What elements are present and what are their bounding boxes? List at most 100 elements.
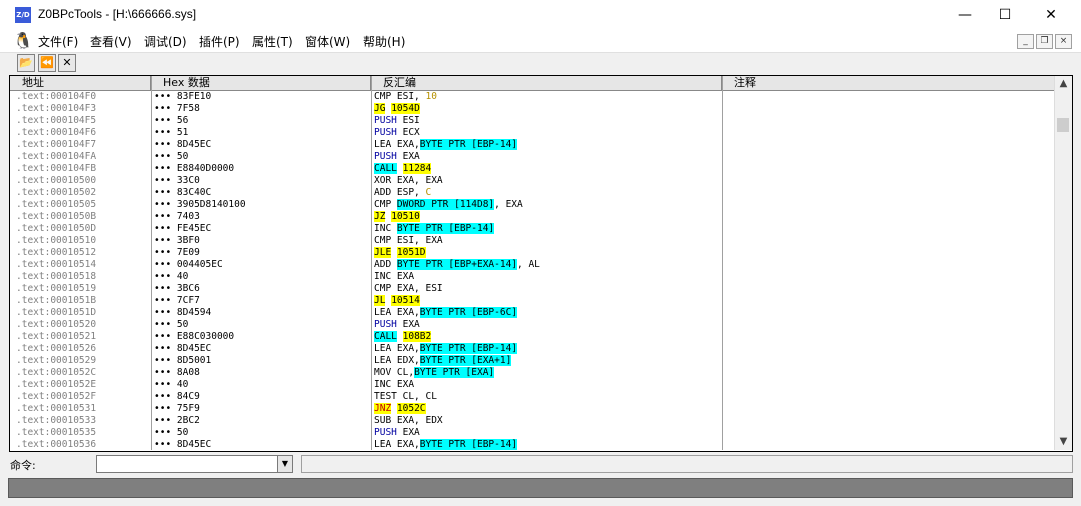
mnemonic: TEST [374,391,397,402]
hex-prefix: ••• [154,271,172,282]
table-row[interactable]: .text:0001052E ••• 40 INC EXA [10,379,1054,391]
hex-prefix: ••• [154,187,172,198]
operand [397,331,403,342]
hex-prefix: ••• [154,223,172,234]
table-row[interactable]: .text:000104F6 ••• 51 PUSH ECX [10,127,1054,139]
mdi-minimize-button[interactable]: _ [1017,34,1034,49]
menu-file[interactable]: 文件(F) [38,33,78,50]
table-row[interactable]: .text:00010502 ••• 83C40C ADD ESP, C [10,187,1054,199]
table-row[interactable]: .text:00010521 ••• E88C030000 CALL 108B2 [10,331,1054,343]
grid-rows: .text:000104F0 ••• 83FE10 CMP ESI, 10 .text… [10,91,1054,450]
operand: 108B2 [402,331,432,342]
column-address[interactable]: 地址 [10,76,151,90]
disasm-cell: INC BYTE PTR [EBP-14] [374,223,495,235]
hex-prefix: ••• [154,139,172,150]
table-row[interactable]: .text:000104F0 ••• 83FE10 CMP ESI, 10 [10,91,1054,103]
operand: EXA, ESI [391,283,443,294]
operand: 1052C [396,403,426,414]
column-comment[interactable]: 注释 [722,76,1054,90]
table-row[interactable]: .text:0001052C ••• 8A08 MOV CL,BYTE PTR [E… [10,367,1054,379]
hex-cell: ••• 56 [154,115,188,127]
menu-help[interactable]: 帮助(H) [363,33,405,50]
address-cell: .text:0001052E [16,379,97,390]
table-row[interactable]: .text:00010533 ••• 2BC2 SUB EXA, EDX [10,415,1054,427]
table-row[interactable]: .text:00010520 ••• 50 PUSH EXA [10,319,1054,331]
close-file-icon[interactable]: ✕ [58,54,76,72]
scroll-thumb[interactable] [1057,118,1069,132]
column-hex[interactable]: Hex 数据 [151,76,371,90]
mnemonic: INC [374,223,392,234]
hex-bytes: 8D5001 [176,355,212,366]
table-row[interactable]: .text:00010500 ••• 33C0 XOR EXA, EXA [10,175,1054,187]
hex-bytes: 50 [176,151,189,162]
table-row[interactable]: .text:000104FB ••• E8840D0000 CALL 11284 [10,163,1054,175]
table-row[interactable]: .text:000104FA ••• 50 PUSH EXA [10,151,1054,163]
table-row[interactable]: .text:000104F7 ••• 8D45EC LEA EXA,BYTE PTR… [10,139,1054,151]
disasm-cell: CMP ESI, 10 [374,91,437,103]
disassembly-grid[interactable]: 地址 Hex 数据 反汇编 注释 .text:000104F0 ••• 83FE1… [9,75,1073,452]
command-select[interactable]: ▼ [96,455,293,473]
disasm-cell: INC EXA [374,379,414,391]
table-row[interactable]: .text:000104F5 ••• 56 PUSH ESI [10,115,1054,127]
close-button[interactable]: ✕ [1028,0,1074,30]
vertical-scrollbar[interactable]: ▲ ▼ [1054,76,1072,450]
table-row[interactable]: .text:00010518 ••• 40 INC EXA [10,271,1054,283]
operand: EXA [391,271,415,282]
address-cell: .text:00010529 [16,355,97,366]
address-cell: .text:0001050D [16,223,97,234]
table-row[interactable]: .text:0001051D ••• 8D4594 LEA EXA,BYTE PTR… [10,307,1054,319]
hex-bytes: 8D45EC [176,343,212,354]
scroll-up-icon[interactable]: ▲ [1055,76,1072,92]
table-row[interactable]: .text:00010514 ••• 004405EC ADD BYTE PTR [… [10,259,1054,271]
mdi-restore-button[interactable]: ❐ [1036,34,1053,49]
table-row[interactable]: .text:0001050D ••• FE45EC INC BYTE PTR [EB… [10,223,1054,235]
table-row[interactable]: .text:000104F3 ••• 7F58 JG 1054D [10,103,1054,115]
table-row[interactable]: .text:00010526 ••• 8D45EC LEA EXA,BYTE PTR… [10,343,1054,355]
disasm-cell: LEA EXA,BYTE PTR [EBP-14] [374,139,518,151]
scroll-down-icon[interactable]: ▼ [1055,434,1072,450]
table-row[interactable]: .text:00010536 ••• 8D45EC LEA EXA,BYTE PTR… [10,439,1054,450]
hex-cell: ••• 8D45EC [154,439,211,450]
table-row[interactable]: .text:00010512 ••• 7E09 JLE 1051D [10,247,1054,259]
address-cell: .text:0001050B [16,211,97,222]
chevron-down-icon[interactable]: ▼ [277,456,292,472]
hex-prefix: ••• [154,199,172,210]
mnemonic: CMP [374,91,392,102]
menu-bar: 🐧 文件(F) 查看(V) 调试(D) 插件(P) 属性(T) 窗体(W) 帮助… [0,30,1081,53]
disasm-cell: CALL 11284 [374,163,432,175]
window-title: Z0BPcTools - [H:\666666.sys] [38,7,197,21]
open-folder-icon[interactable]: 📂 [17,54,35,72]
address-cell: .text:00010514 [16,259,97,270]
table-row[interactable]: .text:0001050B ••• 7403 JZ 10510 [10,211,1054,223]
operand: ESP, [391,187,420,198]
mnemonic: PUSH [374,127,397,138]
menu-window[interactable]: 窗体(W) [305,33,350,50]
maximize-button[interactable]: ☐ [982,0,1028,30]
hex-prefix: ••• [154,103,172,114]
penguin-icon[interactable]: 🐧 [13,32,33,50]
table-row[interactable]: .text:00010510 ••• 3BF0 CMP ESI, EXA [10,235,1054,247]
menu-properties[interactable]: 属性(T) [252,33,293,50]
table-row[interactable]: .text:00010531 ••• 75F9 JNZ 1052C [10,403,1054,415]
hex-prefix: ••• [154,247,172,258]
rewind-icon[interactable]: ⏪ [38,54,56,72]
table-row[interactable]: .text:0001052F ••• 84C9 TEST CL, CL [10,391,1054,403]
address-cell: .text:00010535 [16,427,97,438]
table-row[interactable]: .text:00010535 ••• 50 PUSH EXA [10,427,1054,439]
table-row[interactable]: .text:00010519 ••• 3BC6 CMP EXA, ESI [10,283,1054,295]
column-disasm[interactable]: 反汇编 [371,76,722,90]
disasm-cell: MOV CL,BYTE PTR [EXA] [374,367,495,379]
mdi-close-button[interactable]: × [1055,34,1072,49]
menu-debug[interactable]: 调试(D) [144,33,187,50]
menu-view[interactable]: 查看(V) [90,33,132,50]
table-row[interactable]: .text:00010505 ••• 3905D8140100 CMP DWORD … [10,199,1054,211]
address-cell: .text:00010512 [16,247,97,258]
hex-prefix: ••• [154,283,172,294]
mnemonic: CMP [374,199,392,210]
hex-prefix: ••• [154,211,172,222]
hex-prefix: ••• [154,379,172,390]
operand: BYTE PTR [EXA] [414,367,495,378]
menu-plugins[interactable]: 插件(P) [199,33,240,50]
table-row[interactable]: .text:0001051B ••• 7CF7 JL 10514 [10,295,1054,307]
table-row[interactable]: .text:00010529 ••• 8D5001 LEA EDX,BYTE PTR… [10,355,1054,367]
